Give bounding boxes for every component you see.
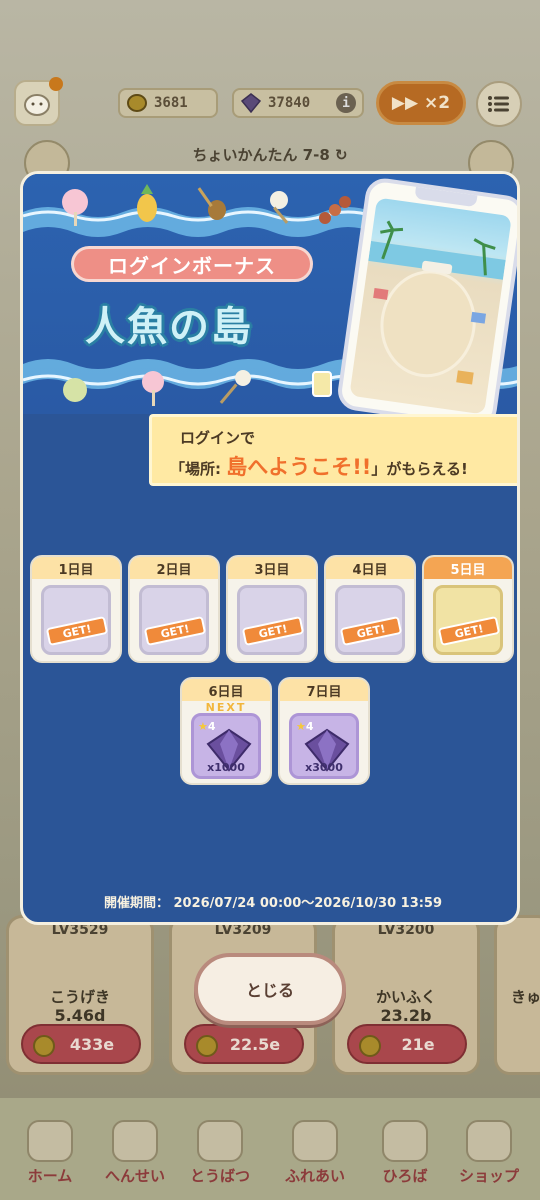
login-bonus-title: ログインボーナス xyxy=(71,246,313,282)
reward-info-line2: 「場所: 島へようこそ!!」がもらえる! xyxy=(170,451,468,481)
day-label: 5日目 xyxy=(424,557,512,579)
close-button[interactable]: とじる xyxy=(194,953,346,1025)
stamp-reward-image: GET! xyxy=(41,585,111,655)
get-stamp: GET! xyxy=(143,615,206,647)
day-card-6[interactable]: 6日目 NEXT ★4 x1000 xyxy=(180,677,272,785)
day-card-4[interactable]: 4日目 GET! xyxy=(324,555,416,663)
get-stamp: GET! xyxy=(45,615,108,647)
stamp-reward-image: GET! xyxy=(335,585,405,655)
reward-info-line1: ログインで xyxy=(180,429,256,447)
island-background-preview xyxy=(349,197,512,415)
food-decoration-bottom xyxy=(63,370,332,406)
reward-info-prefix: 「場所: xyxy=(170,460,227,478)
reward-info-bar: ログインで 「場所: 島へようこそ!!」がもらえる! xyxy=(149,414,517,486)
stamp-reward-image: GET! xyxy=(237,585,307,655)
event-banner: ログインボーナス 人魚の島 xyxy=(23,174,517,430)
phone-preview-image xyxy=(335,176,517,430)
reward-quantity: x3000 xyxy=(305,761,343,774)
stamp-reward-image: GET! xyxy=(139,585,209,655)
login-bonus-modal: ログインボーナス 人魚の島 ログインで 「場所: 島へようこそ!!」がもらえる! xyxy=(20,171,520,925)
stamp-reward-image: GET! xyxy=(433,585,503,655)
gem-reward-image: ★4 x1000 xyxy=(191,713,261,779)
day-label: 2日目 xyxy=(130,557,218,579)
day-label: 6日目 xyxy=(182,679,270,701)
reward-name-highlight: 島へようこそ!! xyxy=(226,455,372,479)
event-title: 人魚の島 xyxy=(85,304,253,350)
food-decoration-top xyxy=(62,184,351,226)
day-card-3[interactable]: 3日目 GET! xyxy=(226,555,318,663)
event-period: 開催期間： 2026/07/24 00:00〜2026/10/30 13:59 xyxy=(103,896,443,911)
day-label: 7日目 xyxy=(280,679,368,701)
get-stamp: GET! xyxy=(241,615,304,647)
day-card-2[interactable]: 2日目 GET! xyxy=(128,555,220,663)
reward-info-suffix: 」がもらえる! xyxy=(371,460,468,478)
day-label: 4日目 xyxy=(326,557,414,579)
get-stamp: GET! xyxy=(437,615,500,647)
day-label: 3日目 xyxy=(228,557,316,579)
day-card-7[interactable]: 7日目 ★4 x3000 xyxy=(278,677,370,785)
day-label: 1日目 xyxy=(32,557,120,579)
day-card-1[interactable]: 1日目 GET! xyxy=(30,555,122,663)
gem-reward-image: ★4 x3000 xyxy=(289,713,359,779)
day-card-5[interactable]: 5日目 GET! xyxy=(422,555,514,663)
get-stamp: GET! xyxy=(339,615,402,647)
reward-quantity: x1000 xyxy=(207,761,245,774)
